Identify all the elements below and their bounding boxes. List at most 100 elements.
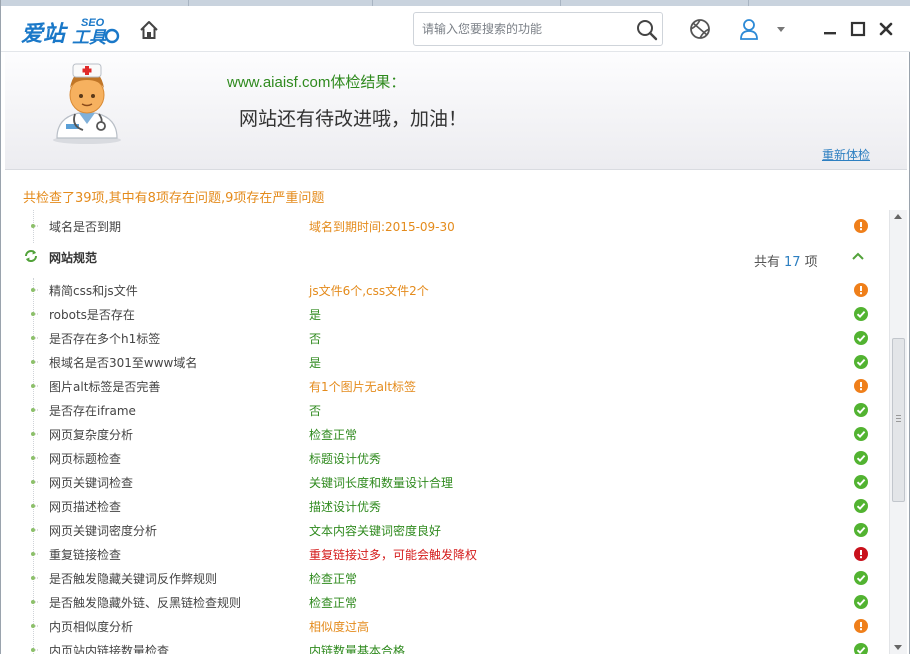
search-input[interactable] (422, 19, 622, 39)
check-result: 否 (309, 332, 322, 346)
ok-status-icon (854, 355, 868, 369)
maximize-icon[interactable] (849, 20, 867, 38)
scrollbar-thumb[interactable] (892, 338, 905, 502)
ok-status-icon (854, 499, 868, 513)
check-result: 标题设计优秀 (309, 452, 382, 466)
bullet-icon (31, 224, 39, 228)
check-name: 是否存在iframe (49, 404, 136, 418)
bullet-icon (31, 432, 39, 436)
checkup-results-list: 域名是否到期 域名到期时间:2015-09-30 网站规范 共有 17 项 精简cs… (5, 210, 889, 654)
list-item: 网页描述检查 描述设计优秀 (5, 494, 889, 518)
scroll-up-arrow-icon[interactable] (894, 214, 902, 219)
svg-text:工具: 工具 (72, 28, 107, 46)
check-result: 检查正常 (309, 596, 358, 610)
vertical-scrollbar[interactable] (889, 210, 907, 654)
site-result-title: www.aiaisf.com体检结果： (227, 74, 406, 91)
check-name: 是否存在多个h1标签 (49, 332, 161, 346)
check-result: 描述设计优秀 (309, 500, 382, 514)
check-result: 相似度过高 (309, 620, 370, 634)
check-result: 有1个图片无alt标签 (309, 380, 417, 394)
check-result: 文本内容关键词密度良好 (309, 524, 442, 538)
aizhan-seo-logo: 爱站 工具 SEO (21, 17, 120, 46)
check-name: 域名是否到期 (49, 220, 122, 234)
app-window: 爱站 工具 SEO 请输入您要搜索的功能 www.aiaisf.com体检结果：… (0, 0, 910, 654)
check-name: 网页复杂度分析 (49, 428, 134, 442)
checkup-summary: 共检查了39项,其中有8项存在问题,9项存在严重问题 (23, 191, 325, 206)
basketball-icon[interactable] (689, 18, 711, 40)
check-name: 重复链接检查 (49, 548, 122, 562)
check-result: 重复链接过多，可能会触发降权 (309, 548, 478, 562)
bullet-icon (31, 456, 39, 460)
title-bar: 爱站 工具 SEO (1, 6, 910, 52)
check-name: 是否触发隐藏外链、反黑链检查规则 (49, 596, 242, 610)
warning-status-icon (854, 379, 868, 393)
check-name: robots是否存在 (49, 308, 135, 322)
checkup-header: www.aiaisf.com体检结果： 网站还有待改进哦，加油！ 重新体检 (5, 52, 907, 170)
ok-status-icon (854, 451, 868, 465)
bullet-icon (31, 288, 39, 292)
check-result: 关键词长度和数量设计合理 (309, 476, 454, 490)
recheck-link[interactable]: 重新体检 (822, 146, 870, 163)
bullet-icon (31, 480, 39, 484)
ok-status-icon (854, 571, 868, 585)
svg-text:爱站: 爱站 (21, 22, 69, 46)
ok-status-icon (854, 403, 868, 417)
bullet-icon (31, 336, 39, 340)
ok-status-icon (854, 475, 868, 489)
search-icon[interactable] (636, 19, 658, 41)
bullet-icon (31, 408, 39, 412)
user-menu-caret-icon[interactable] (777, 27, 785, 32)
check-result: 是 (309, 308, 322, 322)
list-item: 是否触发隐藏关键词反作弊规则 检查正常 (5, 566, 889, 590)
list-item: 内页站内链接数量检查 内链数量基本合格 (5, 638, 889, 654)
user-icon[interactable] (738, 18, 760, 40)
close-icon[interactable] (877, 20, 895, 38)
list-item: 是否存在多个h1标签 否 (5, 326, 889, 350)
check-name: 网页描述检查 (49, 500, 122, 514)
ok-status-icon (854, 595, 868, 609)
ok-status-icon (854, 427, 868, 441)
minimize-icon[interactable] (821, 20, 839, 38)
check-result: js文件6个,css文件2个 (309, 284, 429, 298)
ok-status-icon (854, 307, 868, 321)
list-item: 网页关键词检查 关键词长度和数量设计合理 (5, 470, 889, 494)
scroll-down-arrow-icon[interactable] (894, 645, 902, 650)
bullet-icon (31, 504, 39, 508)
check-name: 网页标题检查 (49, 452, 122, 466)
check-result: 检查正常 (309, 428, 358, 442)
home-icon[interactable] (138, 19, 160, 41)
function-search-box (413, 12, 663, 46)
list-item: robots是否存在 是 (5, 302, 889, 326)
check-name: 是否触发隐藏关键词反作弊规则 (49, 572, 218, 586)
check-name: 精简css和js文件 (49, 284, 138, 298)
check-name: 网页关键词密度分析 (49, 524, 158, 538)
section-website-standards: 网站规范 共有 17 项 (5, 243, 889, 271)
bullet-icon (31, 384, 39, 388)
check-result: 是 (309, 356, 322, 370)
bullet-icon (31, 312, 39, 316)
list-item: 内页相似度分析 相似度过高 (5, 614, 889, 638)
check-result: 检查正常 (309, 572, 358, 586)
list-item: 图片alt标签是否完善 有1个图片无alt标签 (5, 374, 889, 398)
warning-status-icon (854, 219, 868, 233)
warning-status-icon (854, 283, 868, 297)
doctor-avatar-icon (53, 63, 121, 144)
list-item: 网页关键词密度分析 文本内容关键词密度良好 (5, 518, 889, 542)
bullet-icon (31, 552, 39, 556)
section-title: 网站规范 (49, 251, 98, 265)
svg-text:SEO: SEO (81, 17, 105, 29)
collapse-chevron-icon[interactable] (851, 251, 865, 261)
warning-status-icon (854, 619, 868, 633)
ok-status-icon (854, 643, 868, 654)
list-item: 重复链接检查 重复链接过多，可能会触发降权 (5, 542, 889, 566)
list-item: 网页标题检查 标题设计优秀 (5, 446, 889, 470)
check-name: 内页站内链接数量检查 (49, 644, 170, 654)
bullet-icon (31, 624, 39, 628)
check-result: 域名到期时间:2015-09-30 (309, 220, 455, 234)
check-name: 根域名是否301至www域名 (49, 356, 198, 370)
list-item: 是否存在iframe 否 (5, 398, 889, 422)
list-item: 网页复杂度分析 检查正常 (5, 422, 889, 446)
bullet-icon (31, 648, 39, 652)
bullet-icon (31, 600, 39, 604)
checkup-verdict: 网站还有待改进哦，加油！ (239, 108, 468, 130)
